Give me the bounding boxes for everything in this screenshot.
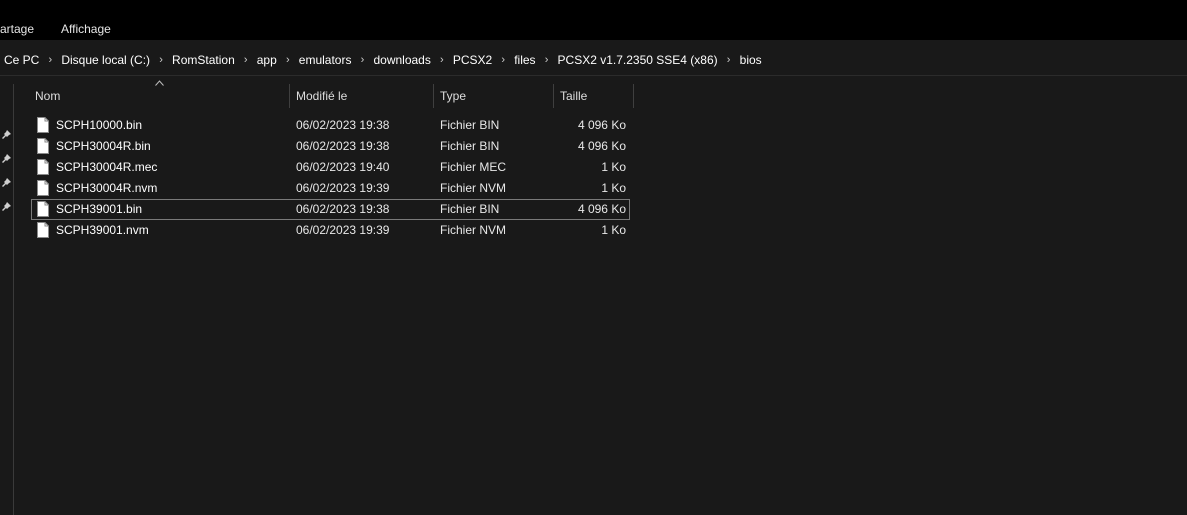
breadcrumb-pcsx2[interactable]: PCSX2	[453, 53, 492, 67]
file-modified-date: 06/02/2023 19:39	[296, 223, 390, 237]
ribbon-tab-view[interactable]: Affichage	[61, 22, 111, 36]
file-name: SCPH30004R.mec	[56, 160, 158, 174]
navigation-pane[interactable]	[0, 84, 14, 515]
file-size: 1 Ko	[601, 223, 626, 237]
column-header-row: Nom Modifié le Type Taille	[24, 80, 636, 108]
chevron-right-icon[interactable]: ›	[431, 54, 453, 66]
file-icon	[37, 138, 49, 154]
pin-icon[interactable]	[1, 153, 12, 164]
file-name: SCPH30004R.nvm	[56, 181, 158, 195]
chevron-right-icon[interactable]: ›	[235, 54, 257, 66]
column-header-size[interactable]: Taille	[560, 84, 587, 108]
file-type: Fichier BIN	[440, 118, 500, 132]
file-name: SCPH39001.nvm	[56, 223, 149, 237]
file-list: SCPH10000.bin 06/02/2023 19:38 Fichier B…	[31, 115, 630, 241]
file-modified-date: 06/02/2023 19:39	[296, 181, 390, 195]
column-divider[interactable]	[433, 84, 434, 108]
file-icon	[37, 117, 49, 133]
chevron-right-icon[interactable]: ›	[536, 54, 558, 66]
chevron-right-icon[interactable]: ›	[492, 54, 514, 66]
ribbon-tab-share[interactable]: artage	[0, 22, 34, 36]
file-name: SCPH30004R.bin	[56, 139, 151, 153]
file-size: 1 Ko	[601, 181, 626, 195]
file-type: Fichier NVM	[440, 223, 507, 237]
file-row[interactable]: SCPH39001.bin 06/02/2023 19:38 Fichier B…	[31, 199, 630, 220]
file-type: Fichier BIN	[440, 202, 500, 216]
chevron-right-icon[interactable]: ›	[351, 54, 373, 66]
file-modified-date: 06/02/2023 19:40	[296, 160, 390, 174]
breadcrumb: Ce PC › Disque local (C:) › RomStation ›…	[4, 44, 762, 75]
file-size: 4 096 Ko	[577, 118, 626, 132]
breadcrumb-pcsx2-version[interactable]: PCSX2 v1.7.2350 SSE4 (x86)	[558, 53, 718, 67]
file-modified-date: 06/02/2023 19:38	[296, 202, 390, 216]
column-header-modified[interactable]: Modifié le	[296, 84, 347, 108]
sort-ascending-icon	[155, 80, 164, 86]
column-divider[interactable]	[633, 84, 634, 108]
breadcrumb-local-disk[interactable]: Disque local (C:)	[61, 53, 150, 67]
column-divider[interactable]	[289, 84, 290, 108]
file-icon	[37, 180, 49, 196]
breadcrumb-bios[interactable]: bios	[740, 53, 762, 67]
file-row[interactable]: SCPH10000.bin 06/02/2023 19:38 Fichier B…	[31, 115, 630, 136]
chevron-right-icon[interactable]: ›	[277, 54, 299, 66]
file-type: Fichier BIN	[440, 139, 500, 153]
file-type: Fichier MEC	[440, 160, 507, 174]
breadcrumb-files[interactable]: files	[514, 53, 535, 67]
file-icon	[37, 159, 49, 175]
file-type: Fichier NVM	[440, 181, 507, 195]
ribbon: artage Affichage	[0, 0, 1187, 40]
file-icon	[37, 201, 49, 217]
chevron-right-icon[interactable]: ›	[718, 54, 740, 66]
pin-icon[interactable]	[1, 129, 12, 140]
breadcrumb-emulators[interactable]: emulators	[299, 53, 352, 67]
file-size: 1 Ko	[601, 160, 626, 174]
file-size: 4 096 Ko	[577, 139, 626, 153]
breadcrumb-app[interactable]: app	[257, 53, 277, 67]
file-row[interactable]: SCPH39001.nvm 06/02/2023 19:39 Fichier N…	[31, 220, 630, 241]
breadcrumb-romstation[interactable]: RomStation	[172, 53, 235, 67]
file-row[interactable]: SCPH30004R.mec 06/02/2023 19:40 Fichier …	[31, 157, 630, 178]
pin-icon[interactable]	[1, 177, 12, 188]
breadcrumb-downloads[interactable]: downloads	[373, 53, 430, 67]
chevron-right-icon[interactable]: ›	[150, 54, 172, 66]
file-size: 4 096 Ko	[577, 202, 626, 216]
file-modified-date: 06/02/2023 19:38	[296, 139, 390, 153]
file-icon	[37, 222, 49, 238]
column-header-name[interactable]: Nom	[35, 84, 60, 108]
column-header-type[interactable]: Type	[440, 84, 466, 108]
file-row[interactable]: SCPH30004R.bin 06/02/2023 19:38 Fichier …	[31, 136, 630, 157]
file-modified-date: 06/02/2023 19:38	[296, 118, 390, 132]
chevron-right-icon[interactable]: ›	[39, 54, 61, 66]
breadcrumb-this-pc[interactable]: Ce PC	[4, 53, 39, 67]
pin-icon[interactable]	[1, 201, 12, 212]
file-name: SCPH39001.bin	[56, 202, 143, 216]
column-divider[interactable]	[553, 84, 554, 108]
file-name: SCPH10000.bin	[56, 118, 143, 132]
file-row[interactable]: SCPH30004R.nvm 06/02/2023 19:39 Fichier …	[31, 178, 630, 199]
address-bar[interactable]: Ce PC › Disque local (C:) › RomStation ›…	[0, 44, 1187, 76]
